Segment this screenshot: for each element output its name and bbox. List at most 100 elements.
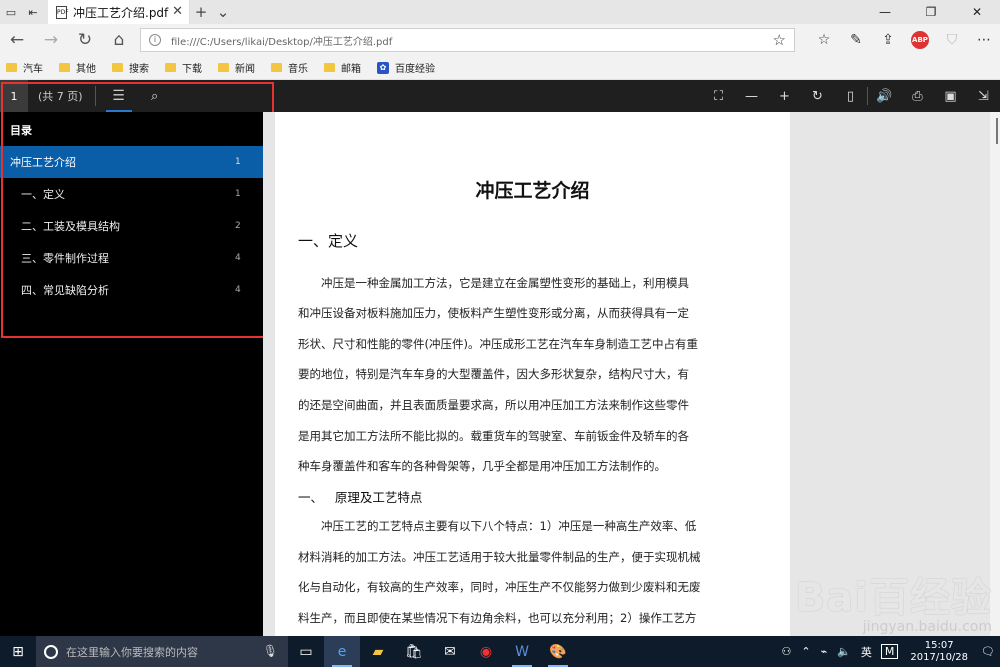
paragraph-line: 材料消耗的加工方法。冲压工艺适用于较大批量零件制品的生产，便于实现机械 (298, 550, 701, 564)
windows-start-icon[interactable]: ⊞ (0, 636, 36, 667)
tab-bar: ▭ ⇤ PDF 冲压工艺介绍.pdf ✕ + ⌄ — ❐ ✕ (0, 0, 1000, 24)
file-explorer-icon[interactable]: ▰ (360, 636, 396, 667)
set-aside-tabs-icon[interactable]: ⇤ (22, 0, 44, 24)
adblock-plus-icon[interactable]: ABP (911, 31, 929, 49)
favorite-star-icon[interactable]: ☆ (773, 31, 786, 49)
home-button[interactable]: ⌂ (102, 24, 136, 56)
toolbar-divider (94, 86, 96, 106)
toc-item-title[interactable]: 冲压工艺介绍 1 (0, 146, 263, 178)
section-heading: 一、 原理及工艺特点 (298, 490, 423, 505)
pin-toolbar-icon[interactable]: ⇲ (967, 80, 1000, 112)
task-view-icon[interactable]: ▭ (288, 636, 324, 667)
vertical-scrollbar[interactable] (990, 112, 1000, 636)
favorite-folder-音乐[interactable]: 音乐 (271, 60, 308, 75)
paragraph-line: 是用其它加工方法所不能比拟的。载重货车的驾驶室、车前钣金件及轿车的各 (298, 429, 689, 443)
ime-language-indicator[interactable]: 英 (856, 644, 877, 660)
taskbar-search-placeholder: 在这里输入你要搜索的内容 (66, 645, 198, 659)
windows-taskbar: ⊞ 在这里输入你要搜索的内容 🎙 ▭ e ▰ 🛍 ✉ ◉ W 🎨 ⚇ ⌃ ⌁ 🔈… (0, 636, 1000, 667)
network-icon[interactable]: ⌁ (816, 645, 833, 658)
toc-item-defects[interactable]: 四、常见缺陷分析 4 (0, 274, 263, 306)
tab-preview-icon[interactable]: ▭ (0, 0, 22, 24)
restore-button[interactable]: ❐ (908, 0, 954, 24)
taskbar-clock[interactable]: 15:07 2017/10/28 (902, 640, 976, 664)
paragraph-line: 冲压是一种金属加工方法，它是建立在金属塑性变形的基础上，利用模具 (321, 276, 689, 290)
page-count: (共 7 页) (38, 90, 83, 103)
people-icon[interactable]: ⚇ (776, 645, 796, 658)
active-tab[interactable]: PDF 冲压工艺介绍.pdf ✕ (48, 0, 190, 24)
table-of-contents-button[interactable]: ☰ (100, 80, 138, 112)
tab-title: 冲压工艺介绍.pdf (73, 5, 169, 20)
refresh-button[interactable]: ↻ (68, 24, 102, 56)
netease-music-icon[interactable]: ◉ (468, 636, 504, 667)
toc-item-label: 三、零件制作过程 (21, 252, 109, 265)
store-icon[interactable]: 🛍 (396, 636, 432, 667)
window-controls: — ❐ ✕ (862, 0, 1000, 24)
site-info-icon[interactable]: i (149, 34, 161, 46)
save-icon[interactable]: ▣ (934, 80, 967, 112)
clock-time: 15:07 (924, 639, 954, 651)
word-icon[interactable]: W (504, 636, 540, 667)
search-icon[interactable]: ⌕ (138, 80, 172, 112)
mail-icon[interactable]: ✉ (432, 636, 468, 667)
folder-icon (59, 63, 70, 72)
share-icon[interactable]: ⇪ (872, 24, 904, 56)
toc-item-page: 1 (235, 189, 241, 199)
print-icon[interactable]: ⎙ (901, 80, 934, 112)
rotate-icon[interactable]: ↻ (801, 80, 834, 112)
favorites-hub-icon[interactable]: ☆ (808, 24, 840, 56)
close-window-button[interactable]: ✕ (954, 0, 1000, 24)
zoom-out-icon[interactable]: — (735, 80, 768, 112)
forward-button[interactable]: → (34, 24, 68, 56)
pdf-file-icon: PDF (56, 5, 69, 19)
folder-icon (271, 63, 282, 72)
back-button[interactable]: ← (0, 24, 34, 56)
folder-icon (112, 63, 123, 72)
folder-icon (218, 63, 229, 72)
toc-item-process[interactable]: 三、零件制作过程 4 (0, 242, 263, 274)
favorite-folder-下载[interactable]: 下载 (165, 60, 202, 75)
cortana-icon (44, 644, 58, 659)
tab-list-chevron-icon[interactable]: ⌄ (212, 3, 234, 21)
new-tab-button[interactable]: + (190, 3, 212, 21)
more-menu-icon[interactable]: ⋯ (968, 24, 1000, 56)
toc-item-label: 四、常见缺陷分析 (21, 284, 109, 297)
show-hidden-icons-icon[interactable]: ⌃ (796, 645, 815, 658)
fit-to-page-icon[interactable]: ⛶ (702, 80, 735, 112)
toc-item-label: 一、定义 (21, 188, 65, 201)
ime-mode-indicator[interactable]: M (880, 644, 899, 659)
address-bar[interactable]: i file:///C:/Users/likai/Desktop/冲压工艺介绍.… (140, 28, 795, 52)
page-layout-icon[interactable]: ▯ (834, 80, 867, 112)
favorite-folder-汽车[interactable]: 汽车 (6, 60, 43, 75)
toc-item-page: 1 (235, 157, 241, 167)
minimize-button[interactable]: — (862, 0, 908, 24)
taskbar-search-box[interactable]: 在这里输入你要搜索的内容 🎙 (36, 636, 288, 667)
paragraph-line: 料生产，而且即使在某些情况下有边角余料，也可以充分利用；2）操作工艺方 (298, 611, 697, 625)
favorite-folder-其他[interactable]: 其他 (59, 60, 96, 75)
paint-icon[interactable]: 🎨 (540, 636, 576, 667)
page-number-input[interactable]: 1 (0, 80, 28, 112)
shield-extension-icon[interactable]: ⛉ (936, 24, 968, 56)
scrollbar-thumb[interactable] (996, 118, 998, 144)
favorites-bar: 汽车 其他 搜索 下载 新闻 音乐 邮箱 ✿ 百度经验 (0, 56, 1000, 80)
toc-item-page: 4 (235, 285, 241, 295)
favorite-folder-邮箱[interactable]: 邮箱 (324, 60, 361, 75)
volume-icon[interactable]: 🔈 (832, 645, 856, 658)
toc-item-definition[interactable]: 一、定义 1 (0, 178, 263, 210)
edge-browser-icon[interactable]: e (324, 636, 360, 667)
zoom-in-icon[interactable]: + (768, 80, 801, 112)
action-center-icon[interactable]: 🗨 (976, 645, 1000, 658)
microphone-icon[interactable]: 🎙 (263, 644, 278, 658)
web-note-pen-icon[interactable]: ✎ (840, 24, 872, 56)
favorite-folder-新闻[interactable]: 新闻 (218, 60, 255, 75)
navigation-bar: ← → ↻ ⌂ i file:///C:/Users/likai/Desktop… (0, 24, 1000, 56)
read-aloud-icon[interactable]: 🔊 (868, 80, 901, 112)
document-viewer[interactable]: 冲压工艺介绍 一、定义 冲压是一种金属加工方法，它是建立在金属塑性变形的基础上，… (263, 112, 1000, 636)
toc-item-tooling[interactable]: 二、工装及模具结构 2 (0, 210, 263, 242)
document-title: 冲压工艺介绍 (475, 180, 590, 202)
favorite-folder-搜索[interactable]: 搜索 (112, 60, 149, 75)
toc-item-page: 2 (235, 221, 241, 231)
favorite-link-百度经验[interactable]: ✿ 百度经验 (377, 60, 435, 75)
address-url[interactable]: file:///C:/Users/likai/Desktop/冲压工艺介绍.pd… (171, 33, 392, 48)
toc-item-label: 二、工装及模具结构 (21, 220, 120, 233)
close-tab-icon[interactable]: ✕ (172, 4, 183, 19)
